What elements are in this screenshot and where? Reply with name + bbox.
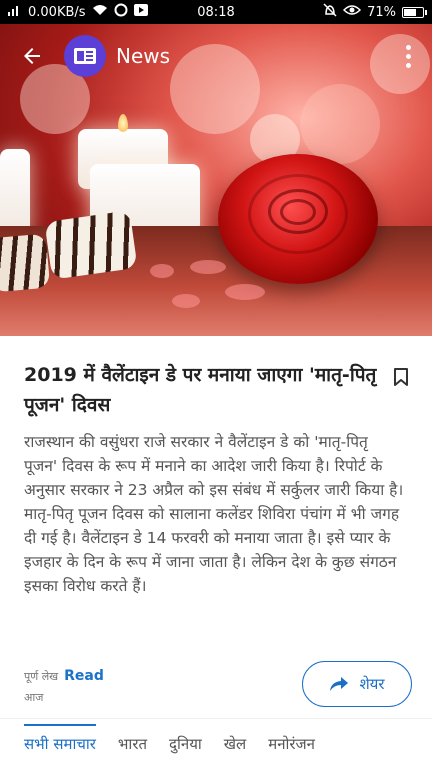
article-headline: 2019 में वैलेंटाइन डे पर मनाया जाएगा 'मा… — [24, 364, 377, 416]
signal-icon — [8, 4, 22, 20]
rose — [218, 154, 378, 284]
tab-world[interactable]: दुनिया — [169, 724, 202, 764]
network-speed: 0.00KB/s — [28, 4, 86, 20]
more-vert-icon[interactable] — [396, 36, 420, 76]
category-tabs: सभी समाचार भारत दुनिया खेल मनोरंजन — [0, 718, 432, 768]
newspaper-icon — [74, 48, 96, 64]
app-header: News — [0, 24, 432, 88]
article-body: राजस्थान की वसुंधरा राजे सरकार ने वैलेंट… — [24, 433, 404, 595]
status-right: 71% — [323, 3, 427, 21]
arrow-left-icon — [24, 48, 40, 64]
share-button[interactable]: शेयर — [302, 661, 412, 707]
read-more-row: पूर्ण लेख Read — [24, 668, 104, 684]
battery-fill — [404, 8, 417, 16]
tab-india[interactable]: भारत — [118, 724, 147, 764]
bookmark-icon[interactable] — [394, 368, 408, 386]
share-arrow-icon — [330, 677, 349, 691]
battery-percent: 71% — [367, 4, 396, 20]
read-more-label: पूर्ण लेख — [24, 670, 59, 683]
tab-entertainment[interactable]: मनोरंजन — [268, 724, 315, 764]
back-button[interactable] — [12, 36, 52, 76]
media-icon — [133, 4, 148, 20]
share-label: शेयर — [359, 675, 385, 693]
article: 2019 में वैलेंटाइन डे पर मनाया जाएगा 'मा… — [24, 360, 414, 598]
notification-icon — [114, 3, 128, 21]
status-bar: 0.00KB/s 08:18 71% — [0, 0, 432, 24]
battery-icon — [402, 6, 427, 18]
app-title: News — [116, 44, 171, 68]
app-logo — [64, 35, 106, 77]
wifi-icon — [92, 4, 108, 20]
read-more-link[interactable]: Read — [64, 668, 104, 684]
article-date: आज — [24, 691, 44, 704]
article-footer: पूर्ण लेख Read आज — [24, 668, 104, 705]
status-left: 0.00KB/s — [8, 3, 148, 21]
eye-icon — [343, 4, 362, 20]
alarm-off-icon — [323, 3, 337, 21]
headline-row: 2019 में वैलेंटाइन डे पर मनाया जाएगा 'मा… — [24, 360, 414, 420]
tab-sports[interactable]: खेल — [224, 724, 246, 764]
tab-all-news[interactable]: सभी समाचार — [24, 723, 96, 764]
